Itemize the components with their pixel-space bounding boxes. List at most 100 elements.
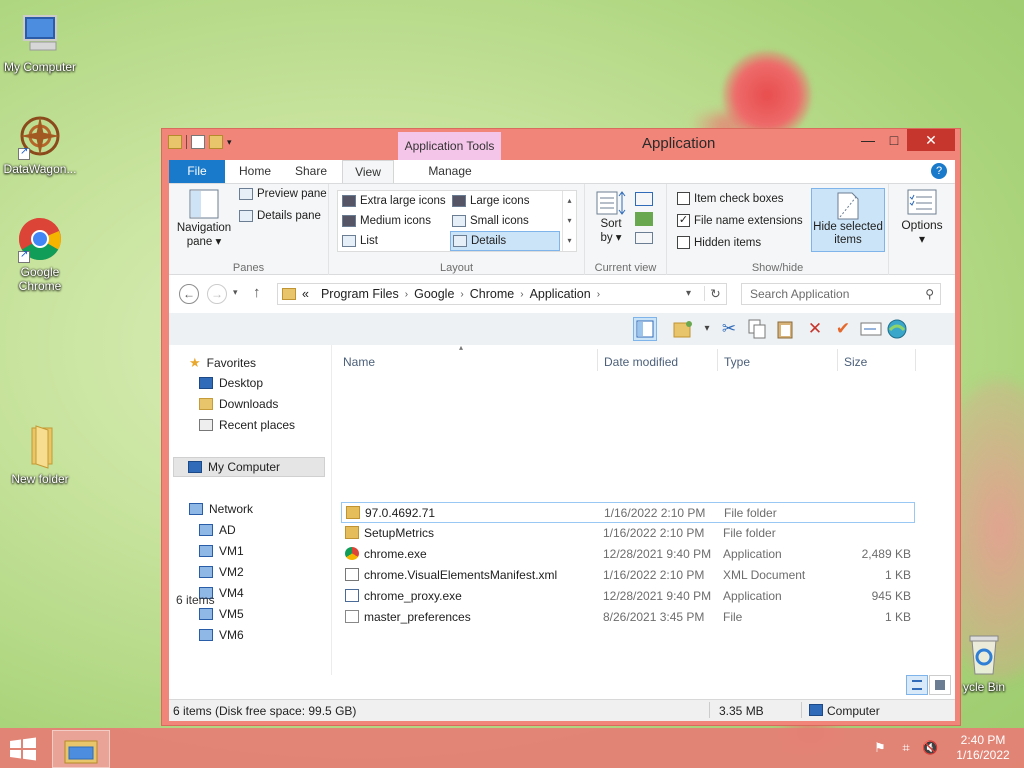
- maximize-button[interactable]: □: [881, 129, 907, 151]
- organize-folder-icon[interactable]: [671, 317, 695, 341]
- rename-icon[interactable]: [859, 317, 883, 341]
- details-pane-button[interactable]: Details pane: [239, 210, 321, 222]
- file-row[interactable]: master_preferences 8/26/2021 3:45 PM Fil…: [341, 607, 915, 628]
- file-row[interactable]: SetupMetrics 1/16/2022 2:10 PM File fold…: [341, 523, 915, 544]
- file-name-extensions-toggle[interactable]: ✓ File name extensions: [677, 214, 803, 227]
- nav-network-ad[interactable]: AD: [199, 523, 236, 537]
- sort-by-button[interactable]: Sort by ▾: [593, 188, 629, 244]
- layout-extra-large-icons[interactable]: Extra large icons: [342, 195, 446, 207]
- up-button[interactable]: ↑: [253, 284, 261, 301]
- column-separator[interactable]: [915, 349, 916, 371]
- column-separator[interactable]: [837, 349, 838, 371]
- close-button[interactable]: ✕: [907, 129, 955, 151]
- item-check-boxes-toggle[interactable]: Item check boxes: [677, 192, 783, 205]
- address-dropdown-icon[interactable]: ▾: [686, 288, 691, 299]
- sort-indicator-icon: ▴: [459, 343, 464, 352]
- forward-button[interactable]: →: [207, 284, 227, 304]
- cut-icon[interactable]: ✂: [717, 317, 741, 341]
- nav-desktop[interactable]: Desktop: [199, 376, 263, 390]
- layout-scroll[interactable]: ▴ ▾ ▾: [562, 191, 576, 251]
- help-icon[interactable]: ?: [931, 163, 947, 179]
- new-folder-icon[interactable]: [209, 135, 223, 149]
- column-header-date-modified[interactable]: Date modified: [604, 355, 678, 369]
- file-row[interactable]: 97.0.4692.71 1/16/2022 2:10 PM File fold…: [341, 502, 915, 523]
- start-button[interactable]: [8, 737, 38, 761]
- volume-muted-icon[interactable]: 🔇: [922, 740, 938, 756]
- layout-small-icons[interactable]: Small icons: [452, 215, 529, 227]
- paste-icon[interactable]: [773, 317, 797, 341]
- nav-label: VM1: [219, 544, 244, 558]
- options-button[interactable]: Options ▾: [895, 188, 949, 246]
- details-view-button[interactable]: [906, 675, 928, 695]
- taskbar-file-explorer[interactable]: [52, 730, 110, 768]
- tab-file[interactable]: File: [169, 160, 225, 183]
- size-columns-icon[interactable]: [635, 232, 653, 244]
- desktop-icon-datawagon[interactable]: DataWagon...: [0, 112, 80, 176]
- layout-details[interactable]: Details: [450, 231, 560, 251]
- breadcrumb-program-files[interactable]: Program Files: [315, 287, 405, 301]
- organize-dropdown-icon[interactable]: ▾: [695, 317, 719, 341]
- properties-check-icon[interactable]: ✔: [831, 317, 855, 341]
- breadcrumb-google[interactable]: Google: [408, 287, 460, 301]
- nav-favorites[interactable]: ★ Favorites: [189, 355, 256, 371]
- nav-network-vm6[interactable]: VM6: [199, 628, 244, 642]
- copy-icon[interactable]: [745, 317, 769, 341]
- tab-view[interactable]: View: [342, 160, 394, 183]
- navigation-pane-button[interactable]: Navigation pane ▾: [175, 188, 233, 248]
- nav-network-vm2[interactable]: VM2: [199, 565, 244, 579]
- customize-qat-icon[interactable]: ▾: [227, 135, 237, 149]
- preview-pane-toggle-icon[interactable]: [633, 317, 657, 341]
- nav-my-computer[interactable]: My Computer: [173, 457, 325, 477]
- column-header-type[interactable]: Type: [724, 355, 750, 369]
- network-tray-icon[interactable]: ⌗: [898, 740, 914, 756]
- add-columns-icon[interactable]: [635, 212, 653, 226]
- search-input[interactable]: Search Application ⚲: [741, 283, 941, 305]
- column-header-name[interactable]: Name: [343, 355, 375, 369]
- nav-network[interactable]: Network: [189, 502, 253, 516]
- status-item-count: 6 items (Disk free space: 99.5 GB): [173, 704, 357, 718]
- column-separator[interactable]: [597, 349, 598, 371]
- file-row[interactable]: chrome_proxy.exe 12/28/2021 9:40 PM Appl…: [341, 586, 915, 607]
- nav-downloads[interactable]: Downloads: [199, 397, 278, 411]
- action-center-icon[interactable]: ⚑: [872, 740, 888, 756]
- minimize-button[interactable]: —: [855, 129, 881, 151]
- group-label-show-hide: Show/hide: [751, 262, 804, 274]
- tab-manage[interactable]: Manage: [398, 160, 502, 183]
- folder-icon: [345, 526, 359, 539]
- tab-home[interactable]: Home: [229, 160, 281, 183]
- globe-icon[interactable]: [885, 317, 909, 341]
- refresh-icon[interactable]: ↻: [704, 286, 726, 301]
- nav-label: VM2: [219, 565, 244, 579]
- desktop-icon-google-chrome[interactable]: Google Chrome: [0, 215, 80, 293]
- nav-recent-places[interactable]: Recent places: [199, 418, 295, 432]
- layout-large-icons[interactable]: Large icons: [452, 195, 529, 207]
- hidden-items-toggle[interactable]: Hidden items: [677, 236, 761, 249]
- file-row[interactable]: chrome.VisualElementsManifest.xml 1/16/2…: [341, 565, 915, 586]
- breadcrumb-overflow[interactable]: «: [296, 287, 315, 301]
- column-header-size[interactable]: Size: [844, 355, 867, 369]
- nav-network-vm5[interactable]: VM5: [199, 607, 244, 621]
- tab-share[interactable]: Share: [285, 160, 337, 183]
- system-clock[interactable]: 2:40 PM 1/16/2022: [950, 733, 1016, 763]
- layout-list[interactable]: List: [342, 235, 378, 247]
- properties-icon[interactable]: [191, 135, 205, 149]
- layout-medium-icons[interactable]: Medium icons: [342, 215, 431, 227]
- desktop-icon-new-folder[interactable]: New folder: [0, 422, 80, 486]
- file-row[interactable]: chrome.exe 12/28/2021 9:40 PM Applicatio…: [341, 544, 915, 565]
- back-button[interactable]: ←: [179, 284, 199, 304]
- group-by-icon[interactable]: [635, 192, 653, 206]
- column-separator[interactable]: [717, 349, 718, 371]
- breadcrumb-chrome[interactable]: Chrome: [464, 287, 520, 301]
- hide-selected-items-button[interactable]: Hide selected items: [811, 188, 885, 252]
- large-icons-view-button[interactable]: [929, 675, 951, 695]
- address-bar[interactable]: « Program Files › Google › Chrome › Applica…: [277, 283, 727, 305]
- nav-label: My Computer: [208, 460, 281, 474]
- breadcrumb-separator-icon[interactable]: ›: [597, 289, 600, 300]
- desktop-icon-my-computer[interactable]: My Computer: [0, 10, 80, 74]
- pane-divider[interactable]: [331, 345, 332, 675]
- breadcrumb-application[interactable]: Application: [524, 287, 597, 301]
- nav-network-vm1[interactable]: VM1: [199, 544, 244, 558]
- delete-icon[interactable]: ✕: [803, 317, 827, 341]
- recent-locations-button[interactable]: ▾: [233, 287, 238, 298]
- preview-pane-button[interactable]: Preview pane: [239, 188, 327, 200]
